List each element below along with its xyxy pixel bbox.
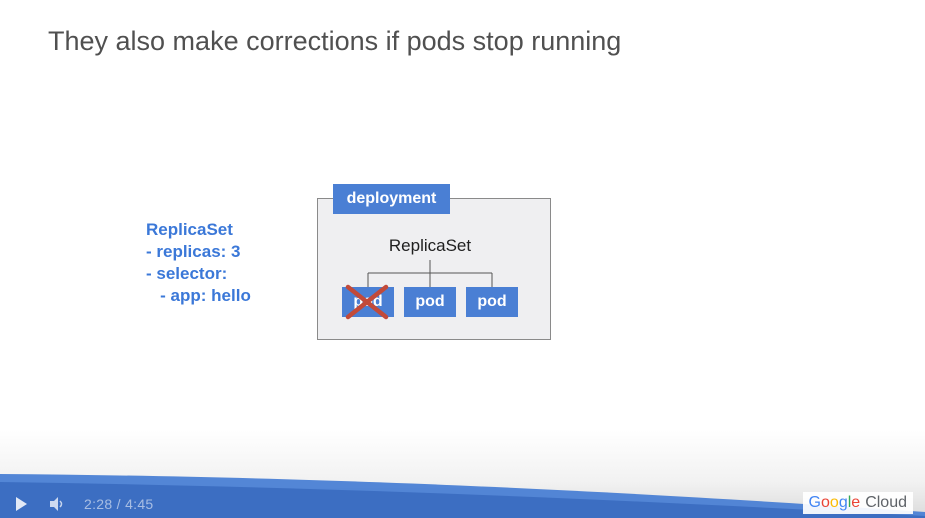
duration: 4:45 xyxy=(125,496,154,512)
time-separator: / xyxy=(116,496,121,512)
google-cloud-logo: Google Cloud xyxy=(802,492,913,514)
current-time: 2:28 xyxy=(84,496,113,512)
deployment-label: deployment xyxy=(333,184,450,214)
cloud-wordmark: Cloud xyxy=(865,494,907,511)
google-letter: g xyxy=(838,494,848,511)
google-wordmark: Google xyxy=(809,494,861,512)
player-controls: 2:28 / 4:45 xyxy=(12,494,154,514)
time-readout: 2:28 / 4:45 xyxy=(84,496,154,512)
slide-title: They also make corrections if pods stop … xyxy=(48,26,622,56)
google-letter: G xyxy=(808,494,821,511)
replicaset-label: ReplicaSet xyxy=(388,236,472,255)
google-letter: o xyxy=(821,494,830,511)
google-letter: e xyxy=(851,494,861,511)
pod-running-2: pod xyxy=(404,287,456,317)
volume-icon[interactable] xyxy=(48,495,66,513)
play-icon[interactable] xyxy=(12,495,30,513)
google-letter: o xyxy=(829,494,839,511)
replicaset-spec: ReplicaSet - replicas: 3 - selector: - a… xyxy=(146,220,251,305)
pod-running-3: pod xyxy=(466,287,518,317)
failure-cross-icon xyxy=(345,284,389,320)
